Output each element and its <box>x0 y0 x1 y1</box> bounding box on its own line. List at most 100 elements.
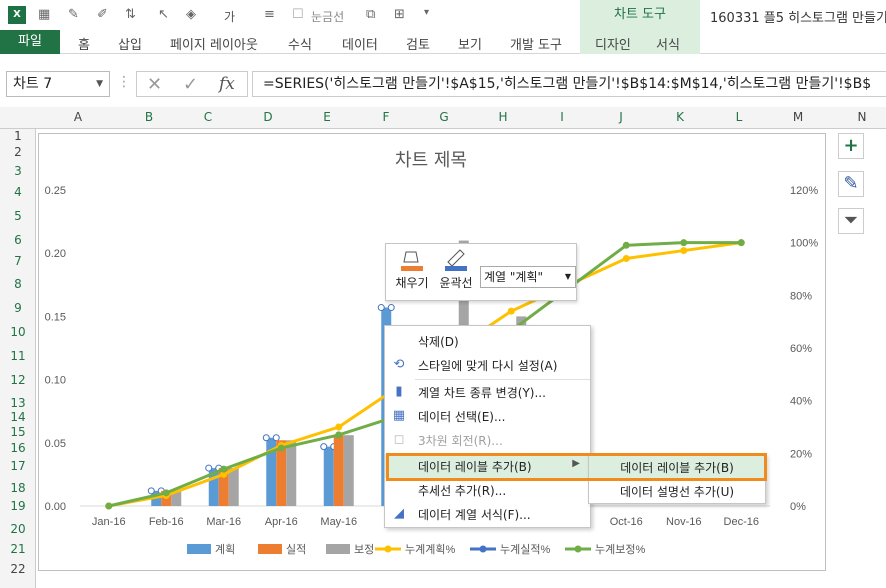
chart-title[interactable]: 차트 제목 <box>0 146 862 172</box>
column-header[interactable]: G <box>434 110 454 124</box>
column-header[interactable]: L <box>729 110 749 124</box>
insert-function-icon[interactable]: fx <box>219 74 235 94</box>
series-select-value: 계열 "계획" <box>484 270 544 284</box>
border-icon[interactable]: ⊞ <box>394 7 405 22</box>
tab-formulas[interactable]: 수식 <box>288 34 312 53</box>
column-header[interactable]: C <box>198 110 218 124</box>
mini-toolbar: 채우기 윤곽선 계열 "계획" ▼ <box>385 243 577 301</box>
fill-button[interactable]: 채우기 <box>392 248 432 291</box>
chart-type-icon: ▮ <box>395 384 403 399</box>
row-header[interactable]: 1 <box>0 129 36 143</box>
cancel-icon[interactable]: ✕ <box>147 74 162 95</box>
row-header[interactable]: 18 <box>0 481 36 495</box>
chart-styles-button[interactable]: ✎ <box>838 171 864 197</box>
ribbon-tabs: 파일 홈 삽입 페이지 레이아웃 수식 데이터 검토 보기 개발 도구 디자인 … <box>0 30 886 54</box>
row-header[interactable]: 7 <box>0 254 36 268</box>
menu-item-delete[interactable]: 삭제(D) <box>385 329 590 353</box>
row-header[interactable]: 22 <box>0 562 36 576</box>
chart-tools-label: 차트 도구 <box>580 0 700 30</box>
row-header[interactable]: 12 <box>0 373 36 387</box>
document-title: 160331 플5 히스토그램 만들기 - <box>710 11 886 26</box>
column-header[interactable]: A <box>68 110 88 124</box>
column-header[interactable]: B <box>139 110 159 124</box>
row-header[interactable]: 10 <box>0 325 36 339</box>
column-header[interactable]: E <box>317 110 337 124</box>
row-header[interactable]: 17 <box>0 459 36 473</box>
select-data-icon: ▦ <box>392 408 406 423</box>
menu-item-add-data-labels[interactable]: 데이터 레이블 추가(B) ▶ <box>385 454 590 478</box>
menu-item-add-trendline[interactable]: 추세선 추가(R)... <box>385 478 590 502</box>
chevron-down-icon[interactable]: ▼ <box>96 72 103 96</box>
row-header[interactable]: 20 <box>0 522 36 536</box>
series-select[interactable]: 계열 "계획" ▼ <box>480 266 576 288</box>
menu-item-3d-rotation[interactable]: ◻ 3차원 회전(R)... <box>385 428 590 452</box>
tab-home[interactable]: 홈 <box>78 34 90 53</box>
menu-item-label: 데이터 계열 서식(F)... <box>418 508 531 522</box>
brush-icon[interactable]: ✎ <box>68 7 79 22</box>
formula-input[interactable]: =SERIES('히스토그램 만들기'!$A$15,'히스토그램 만들기'!$B… <box>252 71 886 97</box>
tab-insert[interactable]: 삽입 <box>118 34 142 53</box>
menu-item-format-series[interactable]: ◢ 데이터 계열 서식(F)... <box>385 502 590 526</box>
column-header[interactable]: H <box>493 110 513 124</box>
row-header[interactable]: 16 <box>0 441 36 455</box>
submenu-item-add-data-labels[interactable]: 데이터 레이블 추가(B) <box>589 456 765 480</box>
row-header[interactable]: 5 <box>0 209 36 223</box>
tab-page-layout[interactable]: 페이지 레이아웃 <box>170 34 258 53</box>
column-header[interactable]: F <box>376 110 396 124</box>
column-header[interactable]: I <box>552 110 572 124</box>
row-header[interactable]: 4 <box>0 185 36 199</box>
name-box-value: 차트 7 <box>13 76 53 92</box>
row-header[interactable]: 13 <box>0 396 36 410</box>
chart-filters-button[interactable]: ⏷ <box>838 208 864 234</box>
chevron-down-icon[interactable]: ▼ <box>565 267 571 287</box>
menu-item-reset-style[interactable]: ⟲ 스타일에 맞게 다시 설정(A) <box>385 353 590 377</box>
data-labels-submenu: 데이터 레이블 추가(B) 데이터 설명선 추가(U) <box>588 454 766 504</box>
enter-icon[interactable]: ✓ <box>183 74 198 95</box>
font-size-button[interactable]: 가 <box>224 8 235 25</box>
tab-review[interactable]: 검토 <box>406 34 430 53</box>
more-dots-icon: ⋮ <box>117 74 131 90</box>
chart-elements-button[interactable]: + <box>838 133 864 159</box>
submenu-item-add-data-callouts[interactable]: 데이터 설명선 추가(U) <box>589 480 765 504</box>
menu-item-label: 3차원 회전(R)... <box>418 434 503 448</box>
row-header[interactable]: 15 <box>0 425 36 439</box>
row-header[interactable]: 14 <box>0 410 36 424</box>
brush-icon: ✎ <box>843 173 859 194</box>
tab-developer[interactable]: 개발 도구 <box>510 34 562 53</box>
row-header[interactable]: 19 <box>0 499 36 513</box>
column-header[interactable]: M <box>788 110 808 124</box>
menu-item-label: 데이터 레이블 추가(B) <box>418 460 532 474</box>
cursor-icon[interactable]: ↖ <box>158 7 169 22</box>
row-header[interactable]: 21 <box>0 542 36 556</box>
tab-design[interactable]: 디자인 <box>595 34 631 53</box>
sort-icon[interactable]: ⇅ <box>125 7 136 22</box>
name-box[interactable]: 차트 7 ▼ <box>6 71 110 97</box>
row-headers: 1 2 3 4 5 6 7 8 9 10 11 12 13 14 15 16 1… <box>0 129 36 588</box>
row-header[interactable]: 9 <box>0 301 36 315</box>
menu-item-change-chart-type[interactable]: ▮ 계열 차트 종류 변경(Y)... <box>385 380 590 404</box>
column-header[interactable]: J <box>611 110 631 124</box>
row-header[interactable]: 6 <box>0 233 36 247</box>
tab-file[interactable]: 파일 <box>0 30 60 54</box>
column-header[interactable]: K <box>670 110 690 124</box>
column-header[interactable]: D <box>258 110 278 124</box>
row-header[interactable]: 11 <box>0 349 36 363</box>
tab-view[interactable]: 보기 <box>458 34 482 53</box>
pen-icon[interactable]: ✐ <box>97 7 108 22</box>
copy-icon[interactable]: ⧉ <box>366 7 375 22</box>
tab-format[interactable]: 서식 <box>656 34 680 53</box>
outline-button[interactable]: 윤곽선 <box>436 248 476 291</box>
align-icon[interactable]: ≡ <box>264 7 275 22</box>
row-header[interactable]: 8 <box>0 277 36 291</box>
filter-icon: ⏷ <box>843 210 859 231</box>
table-icon[interactable]: ▦ <box>38 7 50 22</box>
menu-item-label: 삭제(D) <box>418 335 459 349</box>
qat-more-icon[interactable]: ▾ <box>424 7 429 18</box>
column-header[interactable]: N <box>852 110 872 124</box>
menu-item-select-data[interactable]: ▦ 데이터 선택(E)... <box>385 404 590 428</box>
gridlines-checkbox[interactable]: ☐ <box>292 7 304 22</box>
tab-data[interactable]: 데이터 <box>342 34 378 53</box>
fill-color-icon[interactable]: ◈ <box>186 7 196 22</box>
gridlines-label: 눈금선 <box>311 10 345 24</box>
fill-bucket-icon <box>400 248 424 272</box>
